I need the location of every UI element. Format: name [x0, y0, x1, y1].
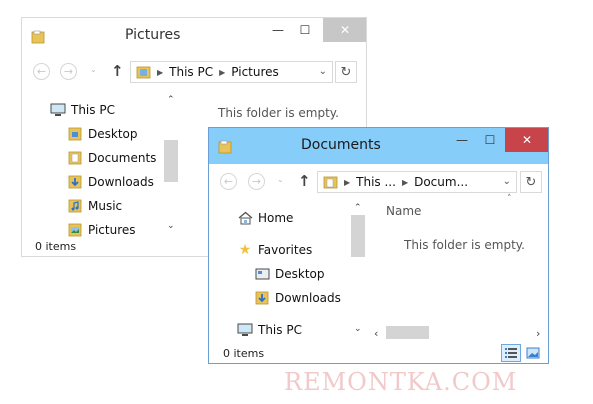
pictures-title-bar[interactable]: Pictures — ☐ ✕ [22, 18, 366, 54]
star-icon: ★ [238, 241, 252, 258]
forward-button[interactable]: → [60, 63, 77, 80]
close-button[interactable]: ✕ [505, 128, 548, 152]
chevron-right-icon: ▶ [344, 177, 351, 187]
tree-label: Pictures [88, 222, 136, 237]
back-button[interactable]: ← [220, 173, 237, 190]
back-button[interactable]: ← [33, 63, 50, 80]
documents-window[interactable]: Documents — ☐ ✕ ← → ⌄ ↑ ▶ This ... ▶ Doc… [208, 127, 549, 364]
empty-folder-message: This folder is empty. [218, 106, 339, 120]
tree-item-home[interactable]: Home [237, 210, 293, 225]
refresh-button[interactable]: ↻ [335, 61, 357, 83]
watermark-text: REMONTKA.COM [284, 368, 518, 396]
tree-label: This PC [258, 322, 302, 337]
folder-desktop-icon [67, 126, 83, 141]
chevron-right-icon: ▶ [157, 67, 164, 77]
navigation-bar: ← → ⌄ ↑ ▶ This PC ▶ Pictures ⌄ ↻ [22, 54, 366, 88]
computer-icon [50, 102, 66, 117]
close-button[interactable]: ✕ [323, 18, 366, 42]
navigation-bar: ← → ⌄ ↑ ▶ This ... ▶ Docum... ⌄ ↻ [209, 164, 548, 198]
desktop-icon [254, 266, 270, 281]
folder-icon [218, 139, 232, 154]
tree-label: Desktop [275, 266, 325, 281]
horizontal-scrollbar-thumb[interactable] [386, 326, 429, 339]
tree-item-music[interactable]: Music [67, 198, 122, 213]
tree-item-downloads[interactable]: Downloads [254, 290, 341, 305]
address-dropdown-button[interactable]: ⌄ [319, 66, 327, 77]
status-item-count: 0 items [223, 347, 265, 360]
minimize-button[interactable]: — [447, 128, 477, 152]
tree-label: Documents [88, 150, 157, 165]
recent-locations-dropdown[interactable]: ⌄ [90, 65, 97, 74]
breadcrumb-this-pc[interactable]: This ... [356, 175, 396, 189]
tree-label: Music [88, 198, 123, 213]
tree-label: This PC [71, 102, 115, 117]
recent-locations-dropdown[interactable]: ⌄ [277, 175, 284, 184]
address-bar[interactable]: ▶ This PC ▶ Pictures ⌄ [130, 61, 333, 83]
window-title: Pictures [125, 27, 181, 43]
sort-ascending-icon: ˄ [507, 194, 512, 204]
tree-label: Downloads [88, 174, 154, 189]
scroll-down-button[interactable]: ⌄ [354, 324, 362, 334]
address-dropdown-button[interactable]: ⌄ [503, 176, 511, 187]
folder-downloads-icon [254, 290, 270, 305]
tree-item-documents[interactable]: Documents [67, 150, 156, 165]
folder-icon [323, 175, 338, 189]
computer-icon [237, 322, 253, 337]
name-column-header[interactable]: Name [386, 204, 421, 218]
minimize-button[interactable]: — [263, 18, 293, 42]
tree-scrollbar-thumb[interactable] [164, 140, 178, 182]
window-title: Documents [301, 137, 381, 153]
tree-item-desktop[interactable]: Desktop [254, 266, 325, 281]
home-icon [237, 210, 253, 225]
scroll-up-button[interactable]: ⌃ [354, 203, 362, 213]
up-button[interactable]: ↑ [111, 62, 124, 80]
folder-icon [31, 29, 45, 44]
tree-label: Downloads [275, 290, 341, 305]
details-view-button[interactable] [501, 344, 521, 362]
folder-downloads-icon [67, 174, 83, 189]
tree-item-downloads[interactable]: Downloads [67, 174, 154, 189]
breadcrumb-this-pc[interactable]: This PC [169, 65, 213, 79]
tree-item-this-pc[interactable]: This PC [237, 322, 302, 337]
large-icons-view-icon [526, 344, 540, 363]
scroll-up-button[interactable]: ⌃ [167, 95, 175, 105]
status-item-count: 0 items [35, 240, 77, 253]
tree-item-desktop[interactable]: Desktop [67, 126, 138, 141]
tree-label: Desktop [88, 126, 138, 141]
chevron-right-icon: ▶ [219, 67, 226, 77]
scroll-down-button[interactable]: ⌄ [167, 221, 175, 231]
chevron-right-icon: ▶ [401, 177, 409, 187]
refresh-button[interactable]: ↻ [520, 171, 542, 193]
maximize-button[interactable]: ☐ [475, 128, 505, 152]
tree-label: Home [258, 210, 294, 225]
address-bar[interactable]: ▶ This ... ▶ Docum... ⌄ [317, 171, 517, 193]
tree-label: Favorites [258, 242, 313, 257]
maximize-button[interactable]: ☐ [290, 18, 320, 42]
large-icons-view-button[interactable] [523, 344, 543, 362]
tree-scrollbar-thumb[interactable] [351, 215, 365, 257]
breadcrumb-documents[interactable]: Docum... [414, 175, 468, 189]
empty-folder-message: This folder is empty. [404, 238, 525, 252]
scroll-right-button[interactable]: › [536, 327, 540, 340]
tree-item-this-pc[interactable]: This PC [50, 102, 115, 117]
folder-documents-icon [67, 150, 83, 165]
folder-music-icon [67, 198, 83, 213]
up-button[interactable]: ↑ [298, 172, 311, 190]
details-view-icon [504, 344, 518, 363]
breadcrumb-pictures[interactable]: Pictures [231, 65, 279, 79]
forward-button[interactable]: → [248, 173, 265, 190]
scroll-left-button[interactable]: ‹ [374, 327, 378, 340]
documents-title-bar[interactable]: Documents — ☐ ✕ [209, 128, 548, 164]
folder-pictures-icon [67, 222, 83, 237]
folder-icon [136, 65, 151, 79]
tree-item-pictures[interactable]: Pictures [67, 222, 136, 237]
tree-item-favorites[interactable]: ★ Favorites [237, 241, 313, 258]
